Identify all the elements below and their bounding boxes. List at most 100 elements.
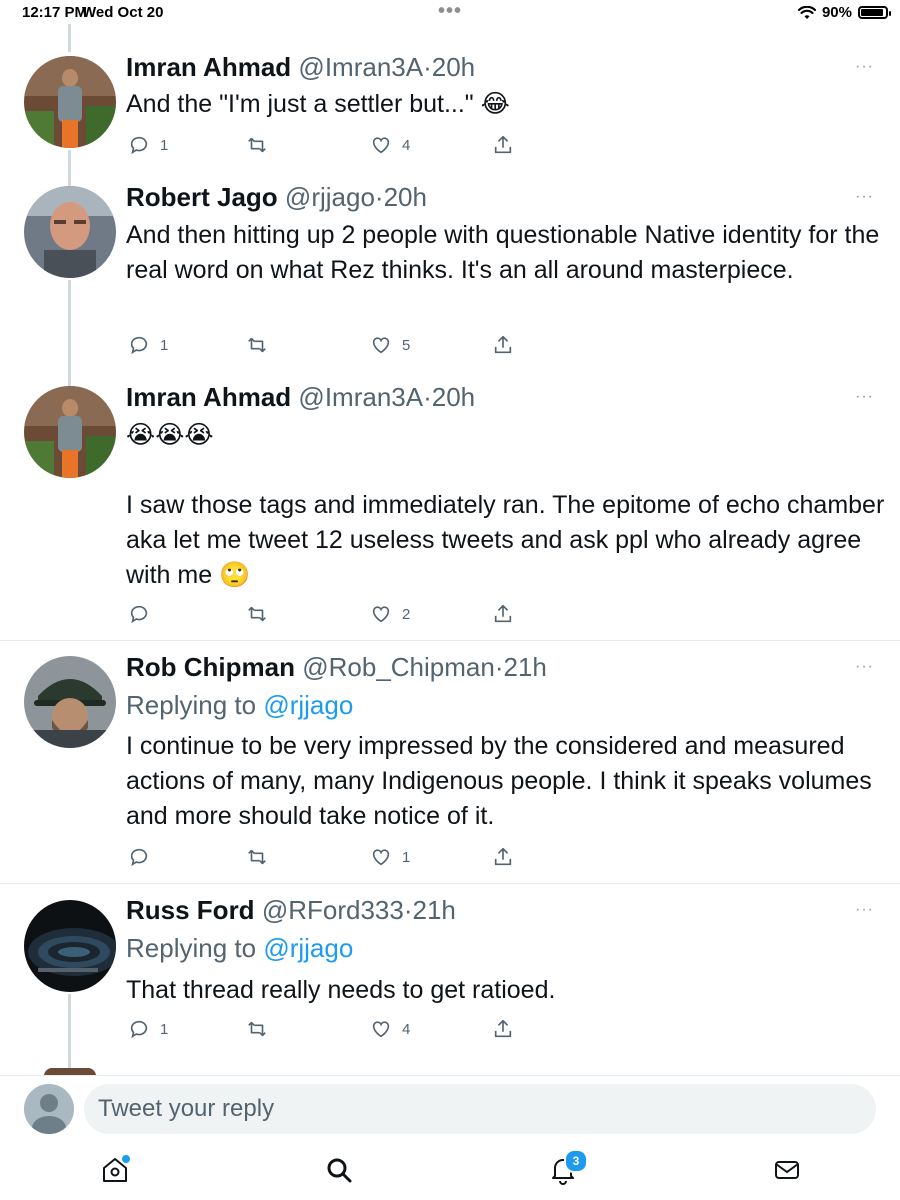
tab-bar: 3: [0, 1143, 900, 1200]
timestamp[interactable]: 21h: [504, 652, 547, 682]
tweet-header: Russ Ford @RFord333·21h: [126, 895, 456, 926]
timestamp[interactable]: 20h: [432, 52, 475, 82]
display-name[interactable]: Rob Chipman: [126, 652, 295, 682]
share-button[interactable]: [492, 846, 514, 868]
retweet-button[interactable]: [246, 334, 278, 356]
timestamp[interactable]: 20h: [432, 382, 475, 412]
reply-icon: [130, 336, 148, 355]
like-button[interactable]: 4: [370, 134, 410, 156]
avatar[interactable]: [24, 56, 116, 148]
retweet-button[interactable]: [246, 603, 278, 625]
retweet-icon: [248, 606, 266, 622]
like-button[interactable]: 2: [370, 603, 410, 625]
reply-button[interactable]: [128, 846, 160, 868]
avatar[interactable]: [24, 900, 116, 992]
tab-notifications[interactable]: 3: [548, 1149, 588, 1185]
tweet-actions: 1 4: [126, 134, 526, 160]
replying-prefix: Replying to: [126, 933, 257, 963]
search-icon: [327, 1158, 352, 1183]
replying-mention[interactable]: @rjjago: [263, 690, 353, 720]
separator-dot: ·: [374, 182, 384, 212]
heart-icon: [372, 606, 390, 623]
thread-line: [68, 994, 71, 1074]
tweet-actions: 1: [126, 846, 526, 872]
separator-dot: ·: [494, 652, 504, 682]
avatar[interactable]: [24, 656, 116, 748]
status-bar: 12:17 PM Wed Oct 20 ••• 90%: [0, 0, 900, 26]
tweet-header: Imran Ahmad @Imran3A·20h: [126, 382, 475, 413]
tweet-emoji-line: 😭😭😭: [126, 421, 214, 449]
like-button[interactable]: 1: [370, 846, 410, 868]
reply-button[interactable]: 1: [128, 1018, 168, 1040]
reply-count: 1: [160, 1020, 169, 1038]
like-count: 4: [402, 1020, 411, 1038]
multitasking-dots-icon[interactable]: •••: [438, 0, 462, 23]
avatar[interactable]: [24, 186, 116, 278]
heart-icon: [372, 337, 390, 354]
retweet-button[interactable]: [246, 134, 278, 156]
handle[interactable]: @Imran3A: [298, 382, 423, 412]
messages-icon: [775, 1161, 799, 1179]
more-options-icon[interactable]: ···: [855, 658, 874, 676]
reply-button[interactable]: 1: [128, 134, 168, 156]
retweet-icon: [248, 1021, 266, 1037]
share-icon: [494, 604, 512, 623]
more-options-icon[interactable]: ···: [855, 58, 874, 76]
notifications-badge: 3: [564, 1149, 588, 1173]
heart-icon: [372, 137, 390, 154]
replying-to: Replying to @rjjago: [126, 690, 353, 721]
thread-line: [68, 280, 71, 388]
display-name[interactable]: Robert Jago: [126, 182, 278, 212]
display-name[interactable]: Russ Ford: [126, 895, 255, 925]
thread-line: [68, 150, 71, 188]
heart-icon: [372, 1021, 390, 1038]
more-options-icon[interactable]: ···: [855, 388, 874, 406]
handle[interactable]: @Rob_Chipman: [302, 652, 495, 682]
reply-button[interactable]: 1: [128, 334, 168, 356]
timestamp[interactable]: 21h: [413, 895, 456, 925]
replying-mention[interactable]: @rjjago: [263, 933, 353, 963]
tweet-header: Imran Ahmad @Imran3A·20h: [126, 52, 475, 83]
retweet-button[interactable]: [246, 1018, 278, 1040]
reply-count: 1: [160, 336, 169, 354]
share-icon: [494, 847, 512, 866]
divider: [0, 883, 900, 884]
reply-input[interactable]: Tweet your reply: [84, 1084, 876, 1134]
wifi-icon: [797, 5, 816, 19]
more-options-icon[interactable]: ···: [855, 901, 874, 919]
like-count: 1: [402, 848, 411, 866]
share-button[interactable]: [492, 134, 514, 156]
like-button[interactable]: 5: [370, 334, 410, 356]
display-name[interactable]: Imran Ahmad: [126, 382, 291, 412]
battery-icon: [858, 6, 891, 19]
handle[interactable]: @RFord333: [262, 895, 404, 925]
share-button[interactable]: [492, 334, 514, 356]
share-button[interactable]: [492, 1018, 514, 1040]
reply-button[interactable]: [128, 603, 160, 625]
divider: [0, 640, 900, 641]
share-icon: [494, 1019, 512, 1038]
tweet-text: I saw those tags and immediately ran. Th…: [126, 491, 885, 589]
share-icon: [494, 135, 512, 154]
tab-home[interactable]: [100, 1153, 132, 1185]
tab-search[interactable]: [324, 1155, 354, 1185]
display-name[interactable]: Imran Ahmad: [126, 52, 291, 82]
like-count: 4: [402, 136, 411, 154]
tweet-header: Rob Chipman @Rob_Chipman·21h: [126, 652, 547, 683]
timestamp[interactable]: 20h: [384, 182, 427, 212]
reply-icon: [130, 605, 148, 624]
separator-dot: ·: [423, 52, 432, 82]
tab-messages[interactable]: [772, 1155, 802, 1185]
avatar[interactable]: [24, 386, 116, 478]
reply-composer: Tweet your reply: [0, 1075, 900, 1144]
handle[interactable]: @rjjago: [285, 182, 375, 212]
like-button[interactable]: 4: [370, 1018, 410, 1040]
user-avatar[interactable]: [24, 1084, 74, 1134]
tweet-actions: 2: [126, 603, 526, 629]
retweet-button[interactable]: [246, 846, 278, 868]
tweet-header: Robert Jago @rjjago·20h: [126, 182, 427, 213]
separator-dot: ·: [423, 382, 432, 412]
handle[interactable]: @Imran3A: [298, 52, 423, 82]
more-options-icon[interactable]: ···: [855, 188, 874, 206]
share-button[interactable]: [492, 603, 514, 625]
